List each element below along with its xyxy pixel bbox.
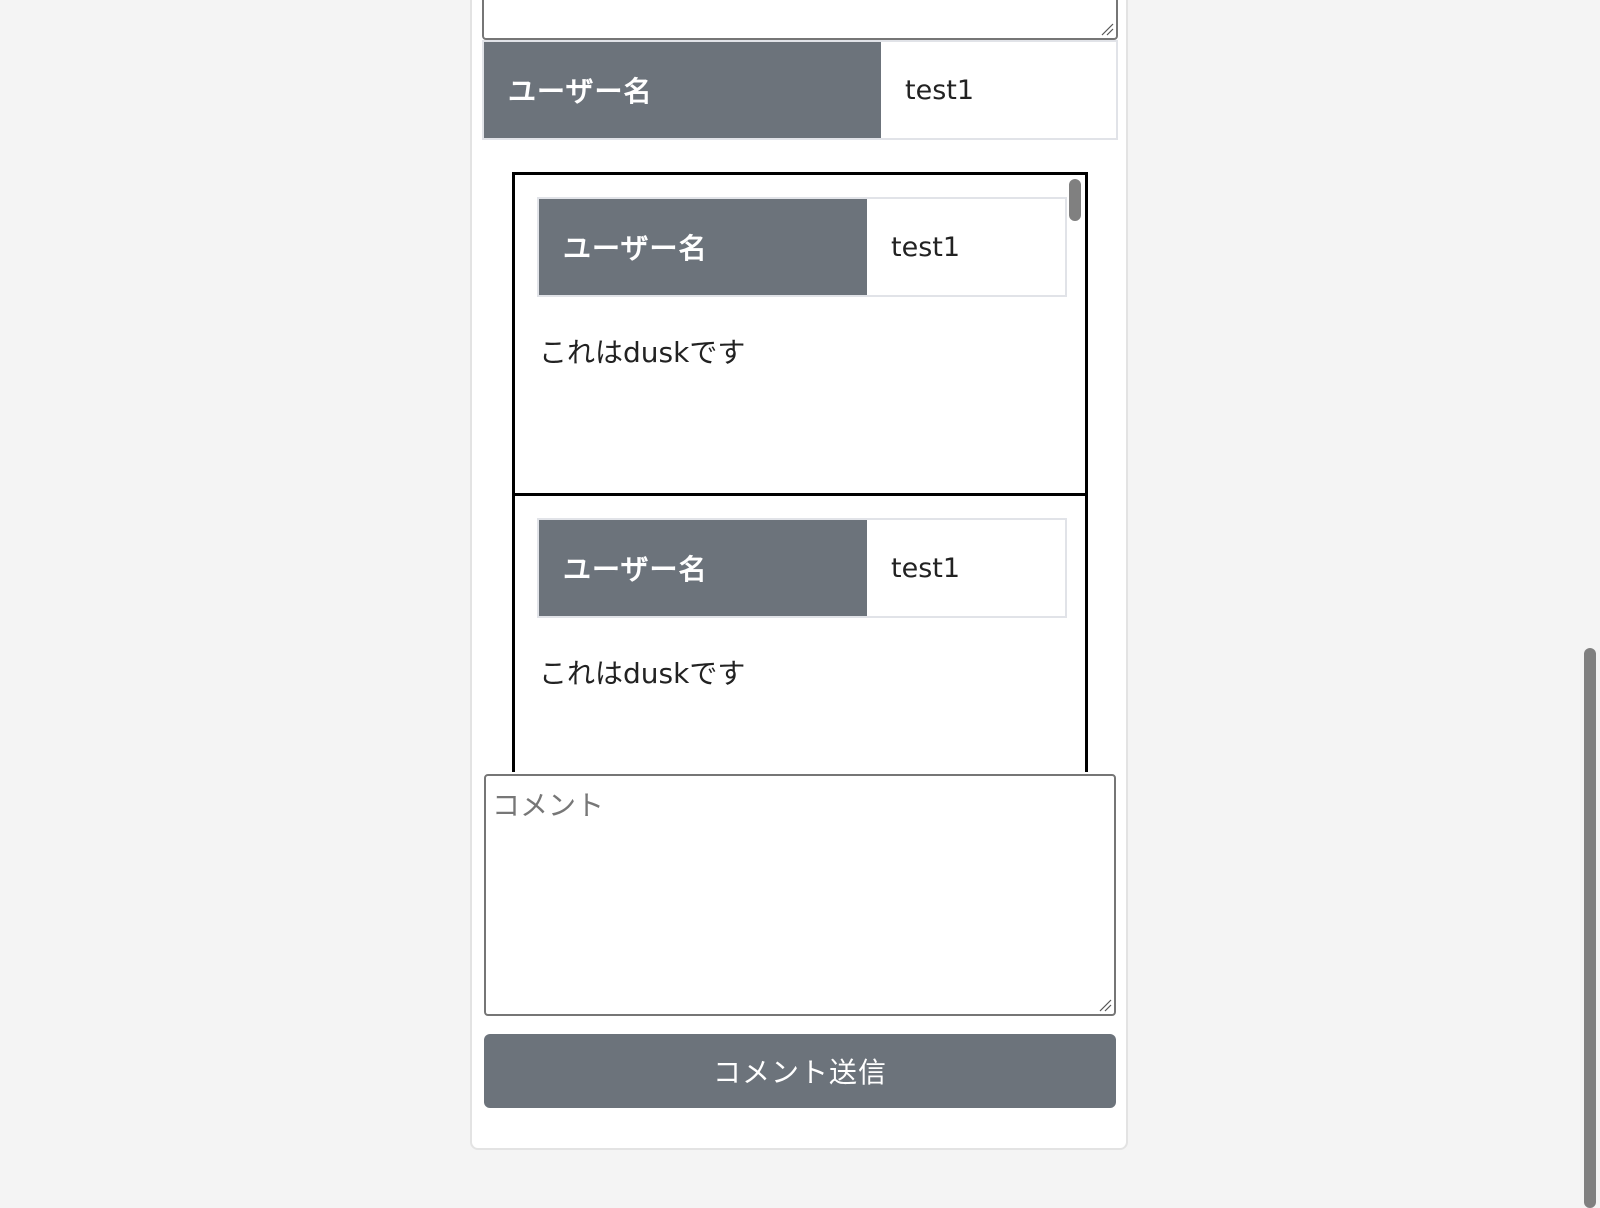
resize-handle-icon[interactable] <box>1100 22 1114 36</box>
page-scroll-thumb[interactable] <box>1584 648 1596 1208</box>
comment-item: ユーザー名 test1 これはduskです <box>515 493 1085 772</box>
resize-handle-icon[interactable] <box>1098 998 1112 1012</box>
comment-user-table: ユーザー名 test1 <box>537 518 1067 618</box>
user-name-value: test1 <box>867 520 1065 616</box>
user-name-header: ユーザー名 <box>539 520 867 616</box>
user-name-value: test1 <box>867 199 1065 295</box>
comment-item: ユーザー名 test1 これはduskです <box>515 175 1085 493</box>
user-name-header: ユーザー名 <box>539 199 867 295</box>
user-name-header: ユーザー名 <box>484 42 881 138</box>
post-body-textarea[interactable] <box>482 0 1118 40</box>
comment-input[interactable] <box>484 774 1116 1016</box>
comment-body: これはduskです <box>539 657 746 690</box>
comment-list-scroll-thumb[interactable] <box>1069 179 1081 221</box>
user-name-value: test1 <box>881 42 1116 138</box>
comment-list[interactable]: ユーザー名 test1 これはduskです ユーザー名 test1 これはdus… <box>512 172 1088 772</box>
page-scrollbar[interactable] <box>1582 0 1600 1208</box>
comment-user-table: ユーザー名 test1 <box>537 197 1067 297</box>
comment-body: これはduskです <box>539 336 746 369</box>
comment-submit-button[interactable]: コメント送信 <box>484 1034 1116 1108</box>
post-user-table: ユーザー名 test1 <box>482 40 1118 140</box>
